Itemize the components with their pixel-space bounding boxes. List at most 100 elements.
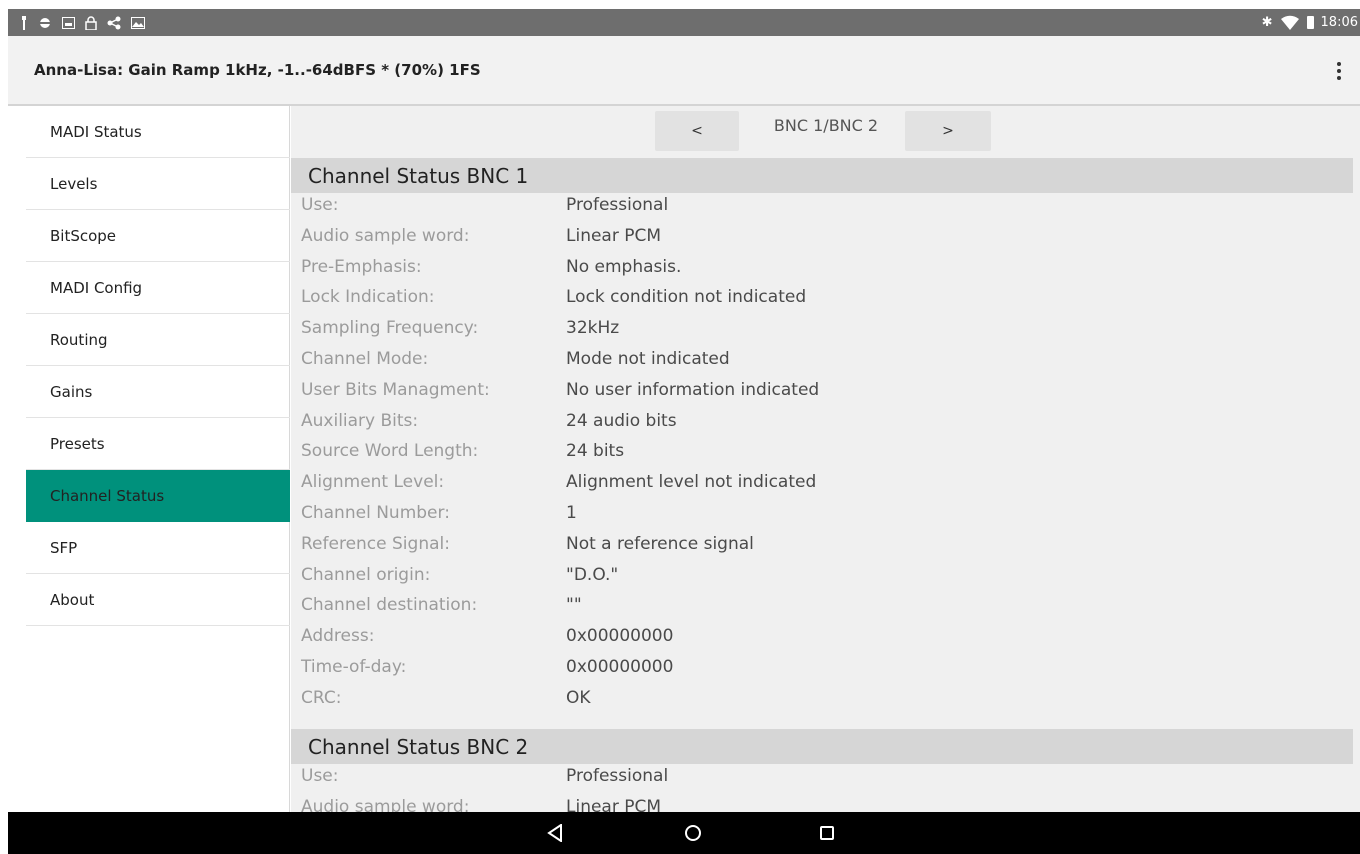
field-value: Alignment level not indicated [566,472,817,492]
status-row: Channel origin: "D.O." [291,565,1353,595]
field-label: Alignment Level: [301,472,445,492]
status-row: CRC: OK [291,688,1353,718]
field-value: 0x00000000 [566,657,674,677]
status-row: Address: 0x00000000 [291,626,1353,656]
sidebar-item-about[interactable]: About [26,574,290,626]
field-label: Use: [301,766,339,786]
field-label: Channel Mode: [301,349,429,369]
field-value: No emphasis. [566,257,682,277]
main-content[interactable]: < BNC 1/BNC 2 > Channel Status BNC 1 Use… [291,106,1360,812]
recents-icon[interactable] [816,822,838,844]
battery-icon [1306,16,1314,29]
field-label: Address: [301,626,375,646]
sidebar-item-label: MADI Config [50,278,143,297]
field-value: Professional [566,195,669,215]
field-label: Time-of-day: [301,657,407,677]
field-value: "D.O." [566,565,619,585]
status-row: Channel Number: 1 [291,503,1353,533]
field-value: "" [566,595,582,615]
status-row: Alignment Level: Alignment level not indi… [291,472,1353,502]
field-value: Linear PCM [566,797,662,812]
status-row: Reference Signal: Not a reference signal [291,534,1353,564]
field-value: Linear PCM [566,226,662,246]
usb-icon [22,15,26,30]
field-value: Professional [566,766,669,786]
system-status: ✱ 18:06 [1262,9,1358,36]
status-row: Audio sample word: Linear PCM [291,797,1353,812]
field-label: Use: [301,195,339,215]
status-row: Sampling Frequency: 32kHz [291,318,1353,348]
sidebar: MADI Status Levels BitScope MADI Config … [8,106,290,812]
field-label: Auxiliary Bits: [301,411,419,431]
field-label: Source Word Length: [301,441,479,461]
sidebar-item-label: Channel Status [50,486,165,505]
clock: 18:06 [1320,15,1358,30]
sidebar-item-label: About [50,590,95,609]
field-value: OK [566,688,591,708]
status-row: Pre-Emphasis: No emphasis. [291,257,1353,287]
app-bar: Anna-Lisa: Gain Ramp 1kHz, -1..-64dBFS *… [8,36,1360,106]
sidebar-item-label: Routing [50,330,108,349]
field-value: 24 audio bits [566,411,677,431]
sidebar-item-label: MADI Status [50,122,142,141]
field-value: Lock condition not indicated [566,287,807,307]
sidebar-item-channel-status[interactable]: Channel Status [26,470,290,522]
field-label: Audio sample word: [301,226,470,246]
notification-icons [20,9,145,36]
field-value: 1 [566,503,577,523]
sidebar-item-bitscope[interactable]: BitScope [26,210,290,262]
field-value: Mode not indicated [566,349,730,369]
page-title: Anna-Lisa: Gain Ramp 1kHz, -1..-64dBFS *… [34,61,481,79]
prev-button[interactable]: < [655,111,739,151]
sidebar-item-levels[interactable]: Levels [26,158,290,210]
field-label: Channel Number: [301,503,450,523]
wifi-icon [1280,15,1299,30]
system-nav-bar [8,812,1360,854]
sidebar-item-madi-config[interactable]: MADI Config [26,262,290,314]
photo-icon [131,16,145,29]
field-value: 24 bits [566,441,625,461]
sidebar-item-gains[interactable]: Gains [26,366,290,418]
field-label: User Bits Managment: [301,380,490,400]
status-row: Channel destination: "" [291,595,1353,625]
status-row: User Bits Managment: No user information … [291,380,1353,410]
overflow-menu-icon[interactable] [1332,60,1346,82]
section-header: Channel Status BNC 1 [291,158,1353,193]
status-row: Lock Indication: Lock condition not indic… [291,287,1353,317]
status-row: Use: Professional [291,766,1353,796]
field-label: Lock Indication: [301,287,435,307]
status-row: Source Word Length: 24 bits [291,441,1353,471]
field-value: Not a reference signal [566,534,754,554]
status-row: Time-of-day: 0x00000000 [291,657,1353,687]
sidebar-item-label: BitScope [50,226,117,245]
share-icon [107,16,121,29]
field-label: Channel origin: [301,565,431,585]
bnc-pair-label: BNC 1/BNC 2 [773,116,879,135]
back-icon[interactable] [544,822,566,844]
sidebar-item-label: Presets [50,434,105,453]
status-row: Use: Professional [291,195,1353,225]
status-row: Audio sample word: Linear PCM [291,226,1353,256]
sidebar-item-madi-status[interactable]: MADI Status [26,106,290,158]
sidebar-item-label: Levels [50,174,98,193]
home-icon[interactable] [682,822,704,844]
field-value: 32kHz [566,318,620,338]
next-button[interactable]: > [905,111,991,151]
status-row: Auxiliary Bits: 24 audio bits [291,411,1353,441]
field-value: No user information indicated [566,380,820,400]
field-value: 0x00000000 [566,626,674,646]
sidebar-item-presets[interactable]: Presets [26,418,290,470]
section-header: Channel Status BNC 2 [291,729,1353,764]
field-label: CRC: [301,688,342,708]
field-label: Pre-Emphasis: [301,257,422,277]
field-label: Channel destination: [301,595,478,615]
status-bar: ✱ 18:06 [8,9,1360,36]
lock-icon [85,15,97,30]
field-label: Reference Signal: [301,534,450,554]
sidebar-item-label: SFP [50,538,78,557]
sidebar-item-routing[interactable]: Routing [26,314,290,366]
sidebar-item-sfp[interactable]: SFP [26,522,290,574]
image-icon [62,16,75,29]
status-row: Channel Mode: Mode not indicated [291,349,1353,379]
android-debug-icon [38,17,52,28]
